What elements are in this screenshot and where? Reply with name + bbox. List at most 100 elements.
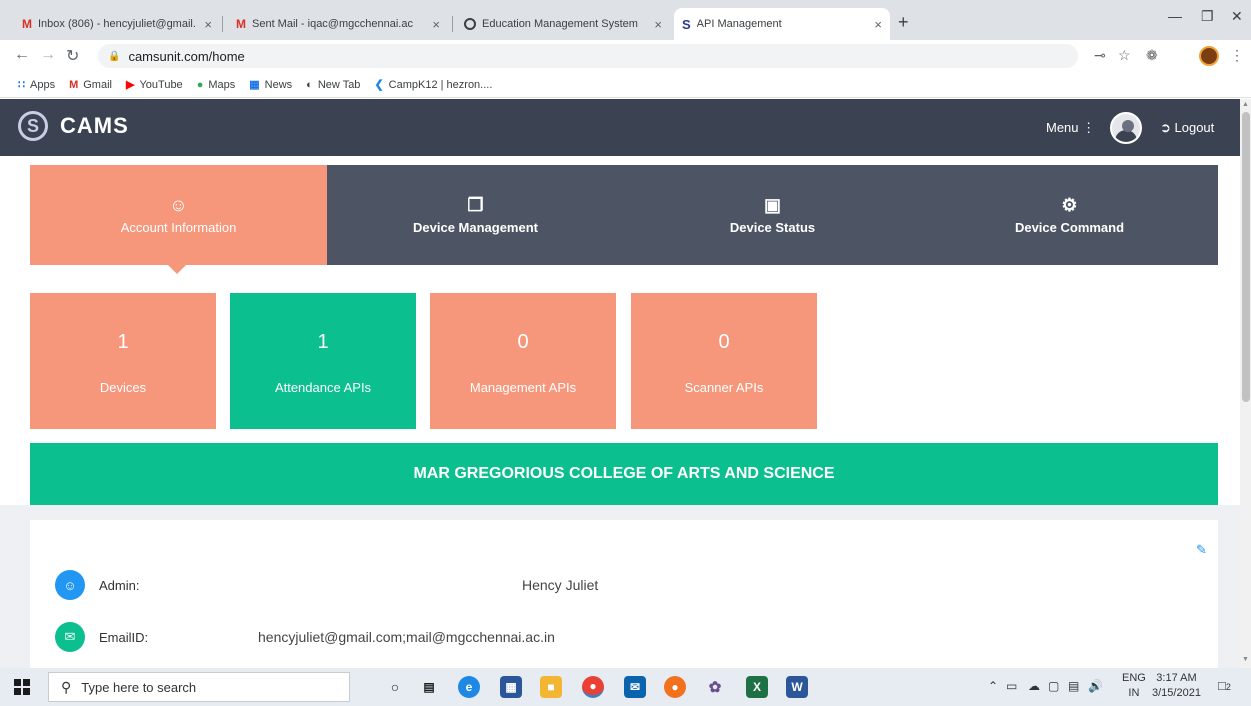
firefox-icon[interactable]: ● <box>664 676 686 698</box>
reload-icon[interactable]: ↻ <box>66 46 79 66</box>
close-icon[interactable]: × <box>874 17 882 32</box>
file-explorer-icon[interactable]: ■ <box>540 676 562 698</box>
kebab-menu-icon[interactable]: ⋮ <box>1230 47 1244 64</box>
browser-tab-inbox[interactable]: M Inbox (806) - hencyjuliet@gmail. × <box>14 8 220 40</box>
cortana-icon[interactable]: ○ <box>384 676 406 698</box>
selected-tab-pointer <box>168 265 186 274</box>
language-indicator[interactable]: ENG IN <box>1122 671 1146 701</box>
bookmark-news[interactable]: ▦ News <box>249 78 292 92</box>
tab-device-management[interactable]: ❐ Device Management <box>327 165 624 265</box>
window-close-icon[interactable]: ✕ <box>1231 8 1243 25</box>
logout-icon: ➲ <box>1160 120 1175 135</box>
windows-start-icon[interactable] <box>14 679 30 695</box>
taskbar-search-input[interactable]: ⚲ Type here to search <box>48 672 350 702</box>
scroll-up-icon[interactable]: ▲ <box>1242 101 1249 108</box>
gmail-icon: M <box>236 17 246 31</box>
volume-icon[interactable]: 🔊 <box>1088 679 1103 693</box>
bookmark-maps[interactable]: ● Maps <box>197 79 236 91</box>
browser-tab-strip: M Inbox (806) - hencyjuliet@gmail. × M S… <box>0 0 1251 40</box>
bookmark-youtube[interactable]: ▶ YouTube <box>125 78 183 92</box>
admin-row: ☺ Admin: <box>55 570 139 600</box>
email-row: ✉ EmailID: <box>55 622 148 652</box>
star-icon[interactable]: ☆ <box>1118 47 1131 64</box>
cams-icon: S <box>682 16 691 32</box>
browser-tab-api[interactable]: S API Management × <box>674 8 890 40</box>
notification-center-icon[interactable]: □2 <box>1218 678 1238 696</box>
browser-tab-sent[interactable]: M Sent Mail - iqac@mgcchennai.ac × <box>228 8 448 40</box>
new-tab-button[interactable]: + <box>898 12 909 33</box>
scroll-down-icon[interactable]: ▼ <box>1242 656 1249 663</box>
task-view-icon[interactable]: ▤ <box>418 676 440 698</box>
globe-icon <box>464 18 476 30</box>
avatar-head <box>1122 120 1134 132</box>
url-text: camsunit.com/home <box>128 48 245 64</box>
stat-card-management-apis[interactable]: 0 Management APIs <box>430 293 616 429</box>
excel-icon[interactable]: X <box>746 676 768 698</box>
bookmark-apps[interactable]: ∷ Apps <box>18 78 55 92</box>
tab-separator <box>452 16 453 32</box>
logout-button[interactable]: ➲ Logout <box>1160 120 1214 136</box>
windows-taskbar: ⚲ Type here to search ○ ▤ e ▦ ■ ● ✉ ● ✿ … <box>0 668 1251 706</box>
extensions-icon[interactable]: ❁ <box>1146 47 1158 64</box>
admin-label: Admin: <box>99 577 140 593</box>
word-icon[interactable]: W <box>786 676 808 698</box>
email-value: hencyjuliet@gmail.com;mail@mgcchennai.ac… <box>258 629 555 645</box>
globe-icon: ◐ <box>306 78 313 91</box>
bookmarks-bar: ∷ Apps M Gmail ▶ YouTube ● Maps ▦ News ◐… <box>0 72 1251 98</box>
menu-button[interactable]: Menu ⋮ <box>1046 120 1095 136</box>
tab-separator <box>222 16 223 32</box>
youtube-icon: ▶ <box>125 79 135 91</box>
email-label: EmailID: <box>99 629 149 645</box>
taskbar-clock[interactable]: 3:17 AM 3/15/2021 <box>1152 671 1201 701</box>
meet-now-icon[interactable]: ▢ <box>1048 679 1059 693</box>
search-icon: ⚲ <box>61 678 72 695</box>
cams-logo[interactable]: S CAMS <box>18 111 129 141</box>
apps-grid-icon: ∷ <box>18 79 25 91</box>
close-icon[interactable]: × <box>204 17 212 32</box>
gmail-icon: M <box>22 17 32 31</box>
browser-tab-education[interactable]: Education Management System × <box>456 8 670 40</box>
stat-card-attendance-apis[interactable]: 1 Attendance APIs <box>230 293 416 429</box>
news-icon: ▦ <box>249 79 260 91</box>
paint-icon[interactable]: ✿ <box>704 676 726 698</box>
edge-icon[interactable]: e <box>458 676 480 698</box>
close-icon[interactable]: × <box>432 17 440 32</box>
user-icon: ☺ <box>55 570 85 600</box>
edit-icon[interactable]: ✎ <box>1196 542 1207 558</box>
onedrive-icon[interactable]: ☁ <box>1028 679 1040 693</box>
stat-card-devices[interactable]: 1 Devices <box>30 293 216 429</box>
mail-icon: ✉ <box>55 622 85 652</box>
image-status-icon: ▣ <box>763 195 781 215</box>
battery-icon[interactable]: ▭ <box>1006 679 1017 693</box>
tab-account-information[interactable]: ☺ Account Information <box>30 165 327 265</box>
restore-icon[interactable]: ❐ <box>1201 8 1214 25</box>
minimize-icon[interactable]: — <box>1168 8 1182 24</box>
bookmark-gmail[interactable]: M Gmail <box>69 79 112 91</box>
maps-pin-icon: ● <box>196 78 204 91</box>
gear-icon: ⚙ <box>1061 195 1078 215</box>
chrome-icon[interactable]: ● <box>582 676 604 698</box>
scrollbar-thumb[interactable] <box>1242 112 1250 402</box>
forward-icon[interactable]: → <box>40 46 56 64</box>
network-icon[interactable]: ▤ <box>1068 679 1079 693</box>
tab-device-command[interactable]: ⚙ Device Command <box>921 165 1218 265</box>
stat-card-scanner-apis[interactable]: 0 Scanner APIs <box>631 293 817 429</box>
address-bar[interactable]: 🔒 camsunit.com/home <box>98 44 1078 68</box>
store-icon[interactable]: ▦ <box>500 676 522 698</box>
address-bar-row: ← → ↻ 🔒 camsunit.com/home ⊸ ☆ ❁ ⋮ <box>0 40 1251 72</box>
user-icon: ☺ <box>169 195 188 215</box>
profile-avatar[interactable] <box>1199 46 1219 66</box>
key-icon[interactable]: ⊸ <box>1094 47 1106 64</box>
gmail-icon: M <box>69 78 79 91</box>
back-icon[interactable]: ← <box>14 46 30 64</box>
tab-device-status[interactable]: ▣ Device Status <box>624 165 921 265</box>
campk12-icon: ❮ <box>374 79 384 91</box>
user-avatar[interactable] <box>1110 112 1142 144</box>
bookmark-campk12[interactable]: ❮ CampK12 | hezron.... <box>374 78 492 92</box>
mail-icon[interactable]: ✉ <box>624 676 646 698</box>
chevron-up-icon[interactable]: ⌃ <box>988 679 998 693</box>
account-details-panel <box>30 520 1218 668</box>
copy-device-icon: ❐ <box>467 195 484 215</box>
bookmark-new-tab[interactable]: ◐ New Tab <box>306 79 360 91</box>
close-icon[interactable]: × <box>654 17 662 32</box>
